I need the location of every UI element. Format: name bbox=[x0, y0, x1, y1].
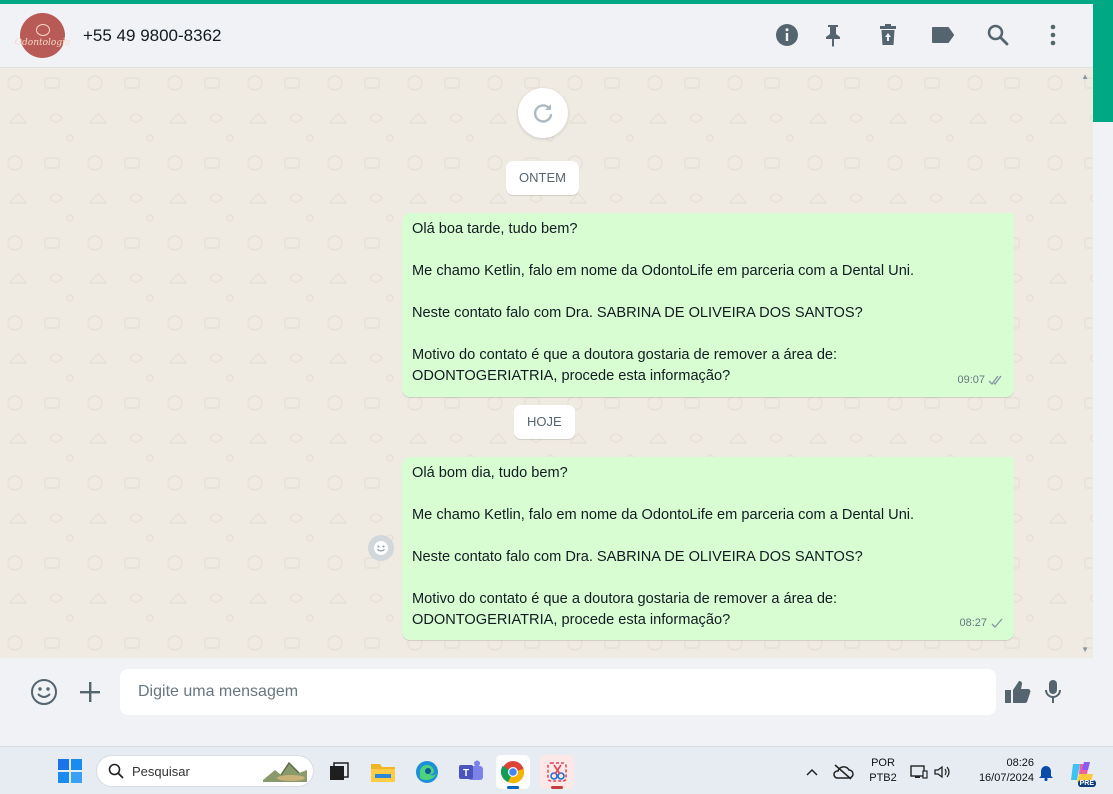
taskbar-search-box[interactable]: Pesquisar bbox=[96, 755, 314, 787]
search-highlight-illustration-icon bbox=[263, 761, 307, 782]
refresh-icon bbox=[534, 104, 553, 123]
clock-time: 08:26 bbox=[1006, 757, 1034, 769]
label-icon[interactable] bbox=[930, 22, 956, 48]
message-meta: 09:07 bbox=[957, 370, 1004, 391]
message-bubble-outgoing[interactable]: Olá bom dia, tudo bem? Me chamo Ketlin, … bbox=[402, 457, 1014, 640]
message-line bbox=[412, 282, 1004, 303]
message-line: Me chamo Ketlin, falo em nome da OdontoL… bbox=[412, 263, 915, 279]
show-hidden-icons-chevron-icon[interactable] bbox=[802, 755, 822, 789]
message-time: 09:07 bbox=[957, 374, 985, 386]
windows-taskbar: Pesquisar T POR PTB2 08:26 16/07/2024 PR… bbox=[0, 746, 1113, 794]
date-chip-today: HOJE bbox=[514, 405, 575, 439]
message-line bbox=[412, 484, 1004, 505]
task-view-icon[interactable] bbox=[322, 755, 356, 789]
message-line: ODONTOGERIATRIA, procede esta informação… bbox=[412, 612, 731, 628]
single-check-icon bbox=[991, 618, 1003, 628]
microphone-icon[interactable] bbox=[1038, 677, 1068, 707]
notification-bell-icon[interactable] bbox=[1036, 755, 1056, 789]
load-more-button[interactable] bbox=[518, 88, 568, 138]
message-line: Olá boa tarde, tudo bem? bbox=[412, 221, 578, 237]
taskbar-search-icon bbox=[108, 763, 124, 779]
contact-name[interactable]: +55 49 9800-8362 bbox=[83, 26, 222, 46]
message-line: ODONTOGERIATRIA, procede esta informação… bbox=[412, 368, 731, 384]
react-emoji-icon[interactable] bbox=[368, 535, 394, 561]
preview-badge: PRE bbox=[1077, 780, 1096, 787]
more-options-icon[interactable] bbox=[1040, 22, 1066, 48]
side-accent bbox=[1093, 4, 1113, 122]
input-language-indicator[interactable]: POR PTB2 bbox=[864, 756, 902, 786]
chat-window: Odontologia +55 49 9800-8362 ▲ ONTEM Olá… bbox=[0, 4, 1093, 726]
keyboard-layout-code: PTB2 bbox=[869, 772, 897, 784]
message-line: Motivo do contato é que a doutora gostar… bbox=[412, 591, 838, 607]
pin-icon[interactable] bbox=[820, 22, 846, 48]
thumbs-up-icon[interactable] bbox=[1003, 677, 1033, 707]
network-icon[interactable] bbox=[908, 755, 930, 789]
message-line bbox=[412, 526, 1004, 547]
message-time: 08:27 bbox=[959, 617, 987, 629]
message-line: Olá bom dia, tudo bem? bbox=[412, 465, 568, 481]
clock[interactable]: 08:26 16/07/2024 bbox=[964, 756, 1034, 786]
file-explorer-icon[interactable] bbox=[366, 755, 400, 789]
message-line: Motivo do contato é que a doutora gostar… bbox=[412, 347, 838, 363]
svg-text:T: T bbox=[463, 768, 469, 779]
clock-date: 16/07/2024 bbox=[978, 772, 1034, 784]
cloud-offline-icon[interactable] bbox=[830, 755, 856, 789]
teams-icon[interactable]: T bbox=[454, 755, 488, 789]
message-input[interactable] bbox=[120, 669, 996, 715]
side-background bbox=[1093, 122, 1113, 726]
windows-start-icon[interactable] bbox=[58, 759, 82, 783]
double-check-icon bbox=[988, 375, 1002, 385]
avatar-logo-mark bbox=[35, 23, 50, 36]
message-composer bbox=[0, 658, 1093, 726]
message-line: Neste contato falo com Dra. SABRINA DE O… bbox=[412, 305, 863, 321]
scroll-down-arrow-icon[interactable]: ▼ bbox=[1081, 645, 1089, 654]
date-chip-yesterday: ONTEM bbox=[506, 161, 579, 195]
chrome-icon[interactable] bbox=[496, 755, 530, 789]
avatar[interactable]: Odontologia bbox=[15, 13, 70, 58]
message-line bbox=[412, 568, 1004, 589]
scroll-up-arrow-icon[interactable]: ▲ bbox=[1081, 72, 1089, 81]
message-line: Neste contato falo com Dra. SABRINA DE O… bbox=[412, 549, 863, 565]
chat-header: Odontologia +55 49 9800-8362 bbox=[0, 4, 1093, 68]
message-meta: 08:27 bbox=[959, 613, 1004, 634]
message-bubble-outgoing[interactable]: Olá boa tarde, tudo bem? Me chamo Ketlin… bbox=[402, 213, 1014, 397]
volume-icon[interactable] bbox=[932, 755, 952, 789]
snipping-tool-icon[interactable] bbox=[540, 755, 574, 789]
message-line bbox=[412, 324, 1004, 345]
message-line: Me chamo Ketlin, falo em nome da OdontoL… bbox=[412, 507, 915, 523]
language-code: POR bbox=[871, 757, 895, 769]
copilot-icon[interactable]: PRE bbox=[1066, 755, 1098, 789]
active-app-indicator bbox=[507, 786, 519, 789]
info-icon[interactable] bbox=[774, 22, 800, 48]
message-line bbox=[412, 240, 1004, 261]
edge-icon[interactable] bbox=[410, 755, 444, 789]
delete-icon[interactable] bbox=[875, 22, 901, 48]
search-icon[interactable] bbox=[985, 22, 1011, 48]
taskbar-search-placeholder: Pesquisar bbox=[132, 763, 190, 779]
running-app-indicator bbox=[551, 786, 563, 789]
message-list[interactable]: ▲ ONTEM Olá boa tarde, tudo bem? Me cham… bbox=[0, 68, 1093, 658]
avatar-text: Odontologia bbox=[14, 37, 71, 48]
attach-plus-icon[interactable] bbox=[75, 677, 105, 707]
emoji-icon[interactable] bbox=[29, 677, 59, 707]
